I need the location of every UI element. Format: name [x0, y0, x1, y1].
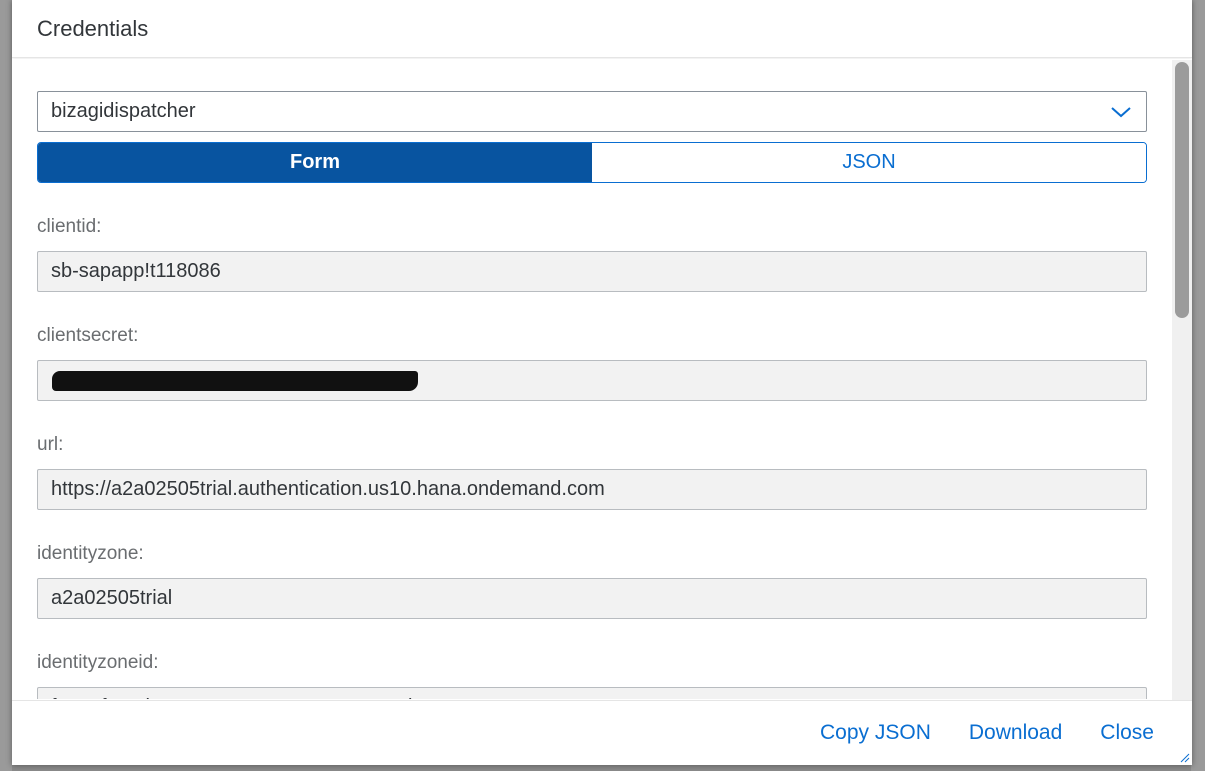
dialog-footer: Copy JSON Download Close	[12, 700, 1192, 765]
credentials-dialog: Credentials bizagidispatcher Form JSON c…	[12, 0, 1192, 765]
clientsecret-field[interactable]	[37, 360, 1147, 401]
chevron-down-icon	[1111, 106, 1131, 117]
identityzoneid-field[interactable]: f0e0af7c-8b25-4e08-a0c9-1888375c694b	[37, 687, 1147, 699]
resize-grip-icon[interactable]	[1178, 751, 1190, 763]
field-label: identityzoneid:	[37, 652, 159, 673]
download-button[interactable]: Download	[969, 721, 1062, 745]
scrollbar-thumb[interactable]	[1175, 62, 1189, 318]
field-url: url: https://a2a02505trial.authenticatio…	[37, 435, 1147, 510]
instance-select-value: bizagidispatcher	[51, 100, 196, 122]
url-field[interactable]: https://a2a02505trial.authentication.us1…	[37, 469, 1147, 510]
background-page-left	[0, 0, 12, 771]
field-identityzone: identityzone: a2a02505trial	[37, 544, 1147, 619]
tab-form[interactable]: Form	[38, 143, 592, 182]
close-button[interactable]: Close	[1100, 721, 1154, 745]
field-label: clientid:	[37, 216, 102, 237]
field-clientsecret: clientsecret:	[37, 326, 1147, 401]
dialog-header: Credentials	[12, 0, 1192, 58]
copy-json-button[interactable]: Copy JSON	[820, 721, 931, 745]
field-label: identityzone:	[37, 543, 144, 564]
field-identityzoneid: identityzoneid: f0e0af7c-8b25-4e08-a0c9-…	[37, 653, 1147, 699]
view-toggle: Form JSON	[37, 142, 1147, 183]
dialog-title: Credentials	[37, 15, 149, 41]
field-label: url:	[37, 434, 64, 455]
instance-select[interactable]: bizagidispatcher	[37, 91, 1147, 132]
dialog-content: bizagidispatcher Form JSON clientid: sb-…	[12, 59, 1192, 699]
redaction-mark	[52, 371, 418, 391]
background-page-right	[1191, 0, 1205, 771]
field-label: clientsecret:	[37, 325, 139, 346]
field-clientid: clientid: sb-sapapp!t118086	[37, 217, 1147, 292]
identityzone-field[interactable]: a2a02505trial	[37, 578, 1147, 619]
clientid-field[interactable]: sb-sapapp!t118086	[37, 251, 1147, 292]
tab-json[interactable]: JSON	[592, 143, 1146, 182]
vertical-scrollbar[interactable]	[1172, 60, 1192, 700]
